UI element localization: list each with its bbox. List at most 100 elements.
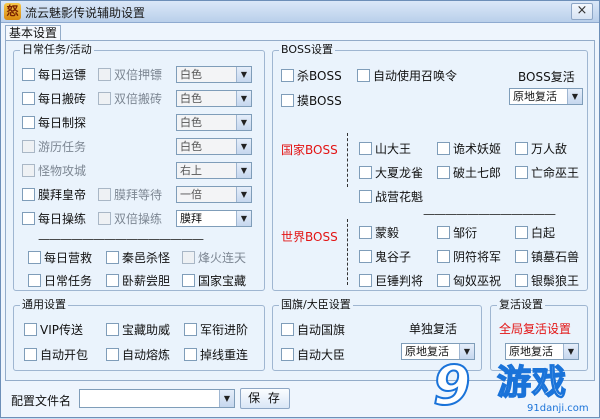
drill-mode-select[interactable]: 膜拜 ▼ (176, 210, 252, 227)
close-button[interactable]: × (571, 3, 593, 20)
checkbox-boss-zhanying-huakui[interactable]: 战营花魁 (359, 189, 423, 204)
travel-color-select[interactable]: 白色 ▼ (176, 138, 252, 155)
boss-revive-select[interactable]: 原地复活 ▼ (509, 88, 583, 105)
checkbox-rank-advance[interactable]: 军衔进阶 (184, 322, 248, 337)
checkbox-boss-potu-qilang[interactable]: 破土七郎 (437, 165, 501, 180)
checkbox-box[interactable] (437, 142, 450, 155)
checkbox-box[interactable] (106, 251, 119, 264)
checkbox-double-drill[interactable]: 双倍操练 (98, 211, 162, 226)
checkbox-kill-boss[interactable]: 杀BOSS (281, 68, 342, 83)
checkbox-boss-wanrendi[interactable]: 万人敌 (515, 141, 567, 156)
checkbox-monster-siege[interactable]: 怪物攻城 (22, 163, 86, 178)
checkbox-box[interactable] (515, 274, 528, 287)
checkbox-box[interactable] (437, 226, 450, 239)
checkbox-box[interactable] (359, 226, 372, 239)
checkbox-boss-guiguzi[interactable]: 鬼谷子 (359, 249, 411, 264)
siege-position-select[interactable]: 右上 ▼ (176, 162, 252, 179)
checkbox-box[interactable] (22, 212, 35, 225)
chevron-down-icon[interactable]: ▼ (236, 91, 251, 106)
checkbox-vip-teleport[interactable]: VIP传送 (24, 322, 83, 337)
checkbox-daily-escort[interactable]: 每日运镖 (22, 67, 86, 82)
checkbox-box[interactable] (182, 274, 195, 287)
checkbox-box[interactable] (28, 251, 41, 264)
checkbox-box[interactable] (22, 92, 35, 105)
checkbox-box[interactable] (98, 68, 111, 81)
checkbox-box[interactable] (98, 188, 111, 201)
checkbox-double-escort[interactable]: 双倍押镖 (98, 67, 162, 82)
checkbox-daily-scout[interactable]: 每日制探 (22, 115, 86, 130)
checkbox-woxin-changdan[interactable]: 卧薪尝胆 (106, 273, 170, 288)
checkbox-boss-baiqi[interactable]: 白起 (515, 225, 555, 240)
checkbox-boss-yinzong-langwang[interactable]: 银鬃狼王 (515, 273, 579, 288)
checkbox-boss-mengyi[interactable]: 蒙毅 (359, 225, 399, 240)
checkbox-boss-xiongnu-wuzhu[interactable]: 匈奴巫祝 (437, 273, 501, 288)
checkbox-box[interactable] (98, 212, 111, 225)
checkbox-treasure-cheer[interactable]: 宝藏助威 (106, 322, 170, 337)
chevron-down-icon[interactable]: ▼ (236, 211, 251, 226)
checkbox-box[interactable] (184, 348, 197, 361)
checkbox-box[interactable] (359, 250, 372, 263)
global-revive-select[interactable]: 原地复活 ▼ (505, 343, 579, 360)
scout-color-select[interactable]: 白色 ▼ (176, 114, 252, 131)
checkbox-daily-quest[interactable]: 日常任务 (28, 273, 92, 288)
checkbox-box[interactable] (28, 274, 41, 287)
chevron-down-icon[interactable]: ▼ (236, 163, 251, 178)
checkbox-box[interactable] (24, 348, 37, 361)
checkbox-auto-open-bag[interactable]: 自动开包 (24, 347, 88, 362)
checkbox-box[interactable] (22, 188, 35, 201)
chevron-down-icon[interactable]: ▼ (236, 187, 251, 202)
checkbox-box[interactable] (106, 274, 119, 287)
checkbox-box[interactable] (281, 323, 294, 336)
checkbox-beacon-fire[interactable]: 烽火连天 (182, 250, 246, 265)
checkbox-boss-yinfu-jiangjun[interactable]: 阴符将军 (437, 249, 501, 264)
checkbox-daily-brick[interactable]: 每日搬砖 (22, 91, 86, 106)
checkbox-box[interactable] (359, 142, 372, 155)
checkbox-auto-summon[interactable]: 自动使用召唤令 (357, 68, 457, 83)
checkbox-box[interactable] (281, 69, 294, 82)
config-file-select[interactable]: ▼ (79, 389, 235, 408)
checkbox-box[interactable] (281, 94, 294, 107)
checkbox-national-treasure[interactable]: 国家宝藏 (182, 273, 246, 288)
chevron-down-icon[interactable]: ▼ (236, 139, 251, 154)
checkbox-box[interactable] (22, 164, 35, 177)
checkbox-box[interactable] (22, 140, 35, 153)
checkbox-touch-boss[interactable]: 摸BOSS (281, 93, 342, 108)
checkbox-reconnect[interactable]: 掉线重连 (184, 347, 248, 362)
checkbox-boss-juchui-panjiang[interactable]: 巨锤判将 (359, 273, 423, 288)
checkbox-box[interactable] (357, 69, 370, 82)
checkbox-box[interactable] (106, 348, 119, 361)
checkbox-box[interactable] (22, 68, 35, 81)
checkbox-box[interactable] (98, 92, 111, 105)
checkbox-worship-emperor[interactable]: 膜拜皇帝 (22, 187, 86, 202)
checkbox-qinyi-kill[interactable]: 秦邑杀怪 (106, 250, 170, 265)
chevron-down-icon[interactable]: ▼ (563, 344, 578, 359)
checkbox-double-brick[interactable]: 双倍搬砖 (98, 91, 162, 106)
checkbox-boss-guishu-yaoji[interactable]: 诡术妖姬 (437, 141, 501, 156)
checkbox-box[interactable] (515, 142, 528, 155)
checkbox-auto-flag[interactable]: 自动国旗 (281, 322, 345, 337)
checkbox-box[interactable] (106, 323, 119, 336)
chevron-down-icon[interactable]: ▼ (236, 67, 251, 82)
checkbox-box[interactable] (281, 348, 294, 361)
tab-basic-settings[interactable]: 基本设置 (5, 25, 61, 41)
chevron-down-icon[interactable]: ▼ (567, 89, 582, 104)
chevron-down-icon[interactable]: ▼ (219, 390, 234, 407)
checkbox-box[interactable] (24, 323, 37, 336)
checkbox-boss-shandawang[interactable]: 山大王 (359, 141, 411, 156)
checkbox-box[interactable] (437, 250, 450, 263)
checkbox-box[interactable] (359, 274, 372, 287)
checkbox-box[interactable] (437, 274, 450, 287)
chevron-down-icon[interactable]: ▼ (236, 115, 251, 130)
checkbox-box[interactable] (437, 166, 450, 179)
brick-color-select[interactable]: 白色 ▼ (176, 90, 252, 107)
checkbox-boss-daxia-longque[interactable]: 大夏龙雀 (359, 165, 423, 180)
checkbox-box[interactable] (359, 190, 372, 203)
checkbox-auto-smelt[interactable]: 自动熔炼 (106, 347, 170, 362)
checkbox-daily-rescue[interactable]: 每日营救 (28, 250, 92, 265)
checkbox-box[interactable] (515, 250, 528, 263)
checkbox-box[interactable] (515, 226, 528, 239)
checkbox-box[interactable] (184, 323, 197, 336)
checkbox-box[interactable] (359, 166, 372, 179)
checkbox-travel-task[interactable]: 游历任务 (22, 139, 86, 154)
checkbox-box[interactable] (22, 116, 35, 129)
